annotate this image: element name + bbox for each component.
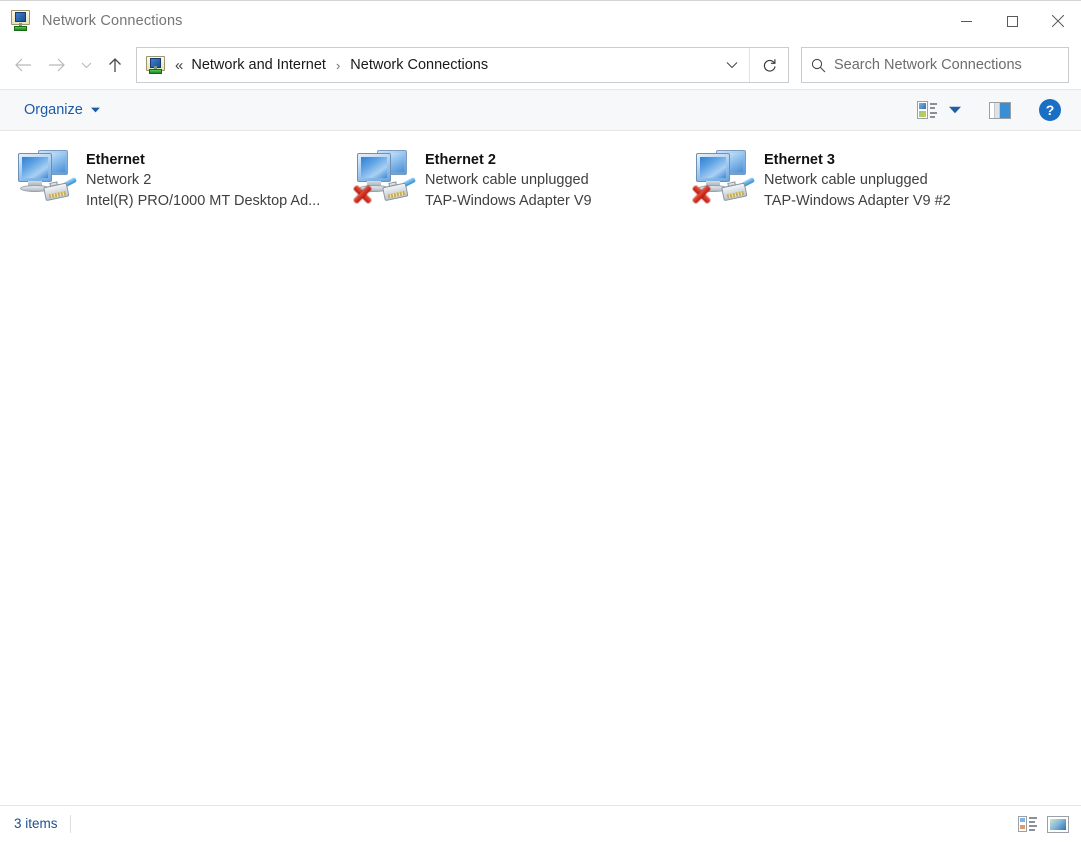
disconnected-x-icon (351, 183, 373, 205)
connection-tiles: Ethernet Network 2 Intel(R) PRO/1000 MT … (0, 141, 1081, 215)
search-box[interactable]: Search Network Connections (801, 47, 1069, 83)
minimize-button[interactable] (943, 1, 989, 41)
refresh-icon[interactable] (750, 48, 788, 82)
address-bar[interactable]: « Network and Internet › Network Connect… (136, 47, 789, 83)
tiles-view-icon (1047, 816, 1069, 833)
status-bar: 3 items (0, 805, 1081, 842)
help-label: ? (1046, 103, 1055, 117)
help-button[interactable]: ? (1033, 93, 1067, 127)
search-icon (802, 49, 834, 81)
file-list-view[interactable]: Ethernet Network 2 Intel(R) PRO/1000 MT … (0, 131, 1081, 805)
connection-info: Ethernet 3 Network cable unplugged TAP-W… (764, 145, 951, 212)
item-count-label: 3 items (14, 815, 71, 833)
list-item[interactable]: Ethernet 3 Network cable unplugged TAP-W… (678, 141, 1017, 215)
connection-info: Ethernet 2 Network cable unplugged TAP-W… (425, 145, 592, 212)
window-title: Network Connections (42, 13, 183, 29)
help-icon: ? (1039, 99, 1061, 121)
title-bar: Network Connections (0, 1, 1081, 41)
back-button[interactable] (6, 48, 40, 82)
view-toggle-group (1018, 816, 1069, 833)
breadcrumb: « Network and Internet › Network Connect… (171, 55, 715, 75)
network-connections-window: Network Connections (0, 0, 1081, 842)
connection-name: Ethernet (86, 150, 320, 170)
details-view-icon (1018, 816, 1037, 832)
network-adapter-disconnected-icon (688, 145, 764, 209)
network-adapter-icon (10, 145, 86, 209)
connection-name: Ethernet 2 (425, 150, 592, 170)
connection-adapter: TAP-Windows Adapter V9 (425, 191, 592, 212)
organize-label: Organize (24, 102, 83, 118)
list-item[interactable]: Ethernet 2 Network cable unplugged TAP-W… (339, 141, 678, 215)
connection-adapter: TAP-Windows Adapter V9 #2 (764, 191, 951, 212)
preview-pane-icon (989, 102, 1011, 119)
close-button[interactable] (1035, 1, 1081, 41)
maximize-button[interactable] (989, 1, 1035, 41)
window-controls (943, 1, 1081, 41)
connection-status: Network cable unplugged (425, 170, 592, 191)
forward-button[interactable] (40, 48, 74, 82)
organize-button[interactable]: Organize (18, 98, 106, 122)
address-bar-icon (145, 55, 165, 75)
recent-locations-button[interactable] (74, 48, 98, 82)
tiles-view-button[interactable] (1047, 816, 1069, 833)
breadcrumb-item-network-connections[interactable]: Network Connections (346, 55, 492, 75)
breadcrumb-separator-icon[interactable]: › (330, 58, 346, 73)
connection-status: Network 2 (86, 170, 320, 191)
list-item[interactable]: Ethernet Network 2 Intel(R) PRO/1000 MT … (0, 141, 339, 215)
network-connections-icon (10, 9, 34, 33)
change-view-icon (917, 101, 937, 119)
breadcrumb-overflow-icon[interactable]: « (171, 57, 187, 74)
chevron-down-icon[interactable] (715, 48, 749, 82)
command-bar: Organize (0, 89, 1081, 131)
change-view-button[interactable] (911, 93, 943, 127)
search-input[interactable]: Search Network Connections (834, 57, 1022, 73)
details-view-button[interactable] (1018, 816, 1037, 832)
address-bar-row: « Network and Internet › Network Connect… (0, 41, 1081, 89)
connection-adapter: Intel(R) PRO/1000 MT Desktop Ad... (86, 191, 320, 212)
chevron-down-icon (91, 107, 100, 113)
connection-status: Network cable unplugged (764, 170, 951, 191)
connection-info: Ethernet Network 2 Intel(R) PRO/1000 MT … (86, 145, 320, 212)
change-view-dropdown-button[interactable] (943, 93, 967, 127)
disconnected-x-icon (690, 183, 712, 205)
up-button[interactable] (98, 48, 132, 82)
connection-name: Ethernet 3 (764, 150, 951, 170)
chevron-down-icon (949, 106, 961, 114)
breadcrumb-item-network-and-internet[interactable]: Network and Internet (187, 55, 330, 75)
preview-pane-button[interactable] (983, 93, 1017, 127)
network-adapter-disconnected-icon (349, 145, 425, 209)
